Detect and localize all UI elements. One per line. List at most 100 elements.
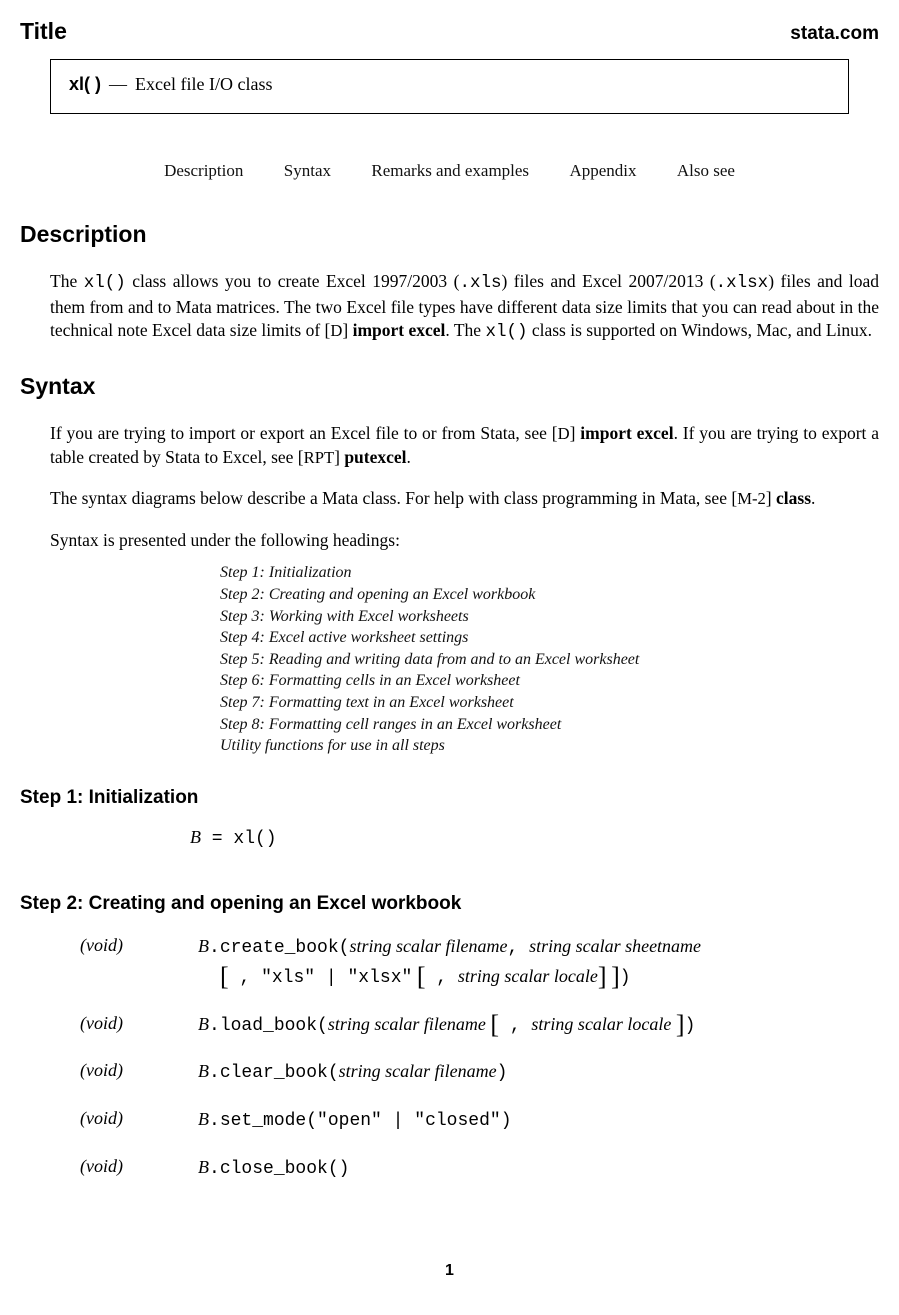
txt: ] — [766, 488, 776, 508]
return-type: (void) — [80, 1106, 198, 1154]
fn-name: create_book — [220, 938, 339, 958]
nav-remarks[interactable]: Remarks and examples — [371, 161, 529, 180]
var-b: B — [198, 1109, 209, 1129]
signature: B.close_book() — [198, 1154, 701, 1202]
nav-syntax[interactable]: Syntax — [284, 161, 331, 180]
txt: The syntax diagrams below describe a Mat… — [50, 488, 737, 508]
fn-xl: xl() — [233, 829, 276, 849]
site-link[interactable]: stata.com — [790, 23, 879, 45]
row-clear-book: (void) B.clear_book(string scalar filena… — [80, 1058, 701, 1106]
return-type: (void) — [80, 1058, 198, 1106]
step1-init: B = xl() — [190, 827, 879, 849]
code: xl() — [84, 273, 126, 293]
ref-bold: class — [776, 488, 811, 508]
signature: B.create_book(string scalar filename, st… — [198, 933, 701, 1011]
syntax-table: (void) B.create_book(string scalar filen… — [80, 933, 701, 1202]
row-create-book: (void) B.create_book(string scalar filen… — [80, 933, 701, 1011]
ref: RPT — [304, 448, 334, 467]
toc-step-3[interactable]: Step 3: Working with Excel worksheets — [220, 606, 879, 628]
nav-description[interactable]: Description — [164, 161, 243, 180]
arg: string scalar filename — [339, 1061, 497, 1081]
description-para: The xl() class allows you to create Exce… — [50, 270, 879, 345]
txt: ) files and Excel 2007/2013 ( — [501, 271, 715, 291]
code: .xlsx — [716, 273, 769, 293]
title-dash: — — [109, 74, 127, 95]
dot: . — [209, 1063, 220, 1083]
toc-step-4[interactable]: Step 4: Excel active worksheet settings — [220, 627, 879, 649]
fn-name: set_mode — [220, 1111, 306, 1131]
return-type: (void) — [80, 1154, 198, 1202]
arg: string scalar sheetname — [529, 936, 701, 956]
txt: If you are trying to import or export an… — [50, 423, 558, 443]
signature: B.clear_book(string scalar filename) — [198, 1058, 701, 1106]
ref-bold: import excel — [353, 320, 446, 340]
description-body: The xl() class allows you to create Exce… — [50, 270, 879, 345]
ref: M-2 — [737, 489, 766, 508]
signature: B.load_book(string scalar filename [ , s… — [198, 1011, 701, 1059]
ref: D — [330, 321, 342, 340]
txt: ] — [342, 320, 352, 340]
toc-step-7[interactable]: Step 7: Formatting text in an Excel work… — [220, 692, 879, 714]
syntax-para-1: If you are trying to import or export an… — [50, 422, 879, 469]
nav-also-see[interactable]: Also see — [677, 161, 735, 180]
lit: "xls" — [261, 968, 315, 988]
arg: string scalar locale — [458, 966, 598, 986]
lit: "closed" — [414, 1111, 500, 1131]
ref: D — [558, 424, 570, 443]
toc-step-2[interactable]: Step 2: Creating and opening an Excel wo… — [220, 584, 879, 606]
var-b: B — [190, 827, 201, 847]
code: xl() — [485, 322, 527, 342]
arg: string scalar locale — [531, 1014, 671, 1034]
nav-appendix[interactable]: Appendix — [569, 161, 636, 180]
txt: ] — [334, 447, 344, 467]
toc-step-5[interactable]: Step 5: Reading and writing data from an… — [220, 649, 879, 671]
txt: ] — [570, 423, 581, 443]
fn-name: load_book — [220, 1016, 317, 1036]
title-fn: xl( ) — [69, 74, 101, 95]
ref-bold: import excel — [580, 423, 673, 443]
lit: "xlsx" — [348, 968, 413, 988]
page-number: 1 — [20, 1262, 879, 1280]
ref-bold: putexcel — [344, 447, 406, 467]
row-load-book: (void) B.load_book(string scalar filenam… — [80, 1011, 701, 1059]
description-heading: Description — [20, 221, 879, 248]
toc-step-1[interactable]: Step 1: Initialization — [220, 562, 879, 584]
lit: "open" — [317, 1111, 382, 1131]
header-row: Title stata.com — [20, 18, 879, 45]
arg: string scalar filename — [349, 936, 507, 956]
step1-heading: Step 1: Initialization — [20, 787, 879, 809]
syntax-para-2: The syntax diagrams below describe a Mat… — [50, 487, 879, 511]
code: .xls — [459, 273, 501, 293]
eq: = — [201, 829, 233, 849]
var-b: B — [198, 1014, 209, 1034]
syntax-heading: Syntax — [20, 373, 879, 400]
page-title: Title — [20, 18, 67, 45]
txt: class allows you to create Excel 1997/20… — [126, 271, 460, 291]
txt: . — [407, 447, 411, 467]
txt: . The — [445, 320, 485, 340]
toc-utility[interactable]: Utility functions for use in all steps — [220, 735, 879, 757]
var-b: B — [198, 936, 209, 956]
syntax-toc: Step 1: Initialization Step 2: Creating … — [220, 562, 879, 756]
toc-step-8[interactable]: Step 8: Formatting cell ranges in an Exc… — [220, 714, 879, 736]
dot: . — [209, 1159, 220, 1179]
txt: . — [811, 488, 815, 508]
var-b: B — [198, 1061, 209, 1081]
dot: . — [209, 1111, 220, 1131]
signature: B.set_mode("open" | "closed") — [198, 1106, 701, 1154]
dot: . — [209, 1016, 220, 1036]
fn-name: close_book — [220, 1159, 328, 1179]
step2-heading: Step 2: Creating and opening an Excel wo… — [20, 893, 879, 915]
row-set-mode: (void) B.set_mode("open" | "closed") — [80, 1106, 701, 1154]
syntax-para-3: Syntax is presented under the following … — [50, 529, 879, 553]
title-desc: Excel file I/O class — [135, 74, 272, 95]
txt: The — [50, 271, 84, 291]
dot: . — [209, 938, 220, 958]
return-type: (void) — [80, 933, 198, 1011]
return-type: (void) — [80, 1011, 198, 1059]
txt: class is supported on Windows, Mac, and … — [527, 320, 872, 340]
var-b: B — [198, 1157, 209, 1177]
fn-name: clear_book — [220, 1063, 328, 1083]
toc-step-6[interactable]: Step 6: Formatting cells in an Excel wor… — [220, 670, 879, 692]
arg: string scalar filename — [328, 1014, 486, 1034]
